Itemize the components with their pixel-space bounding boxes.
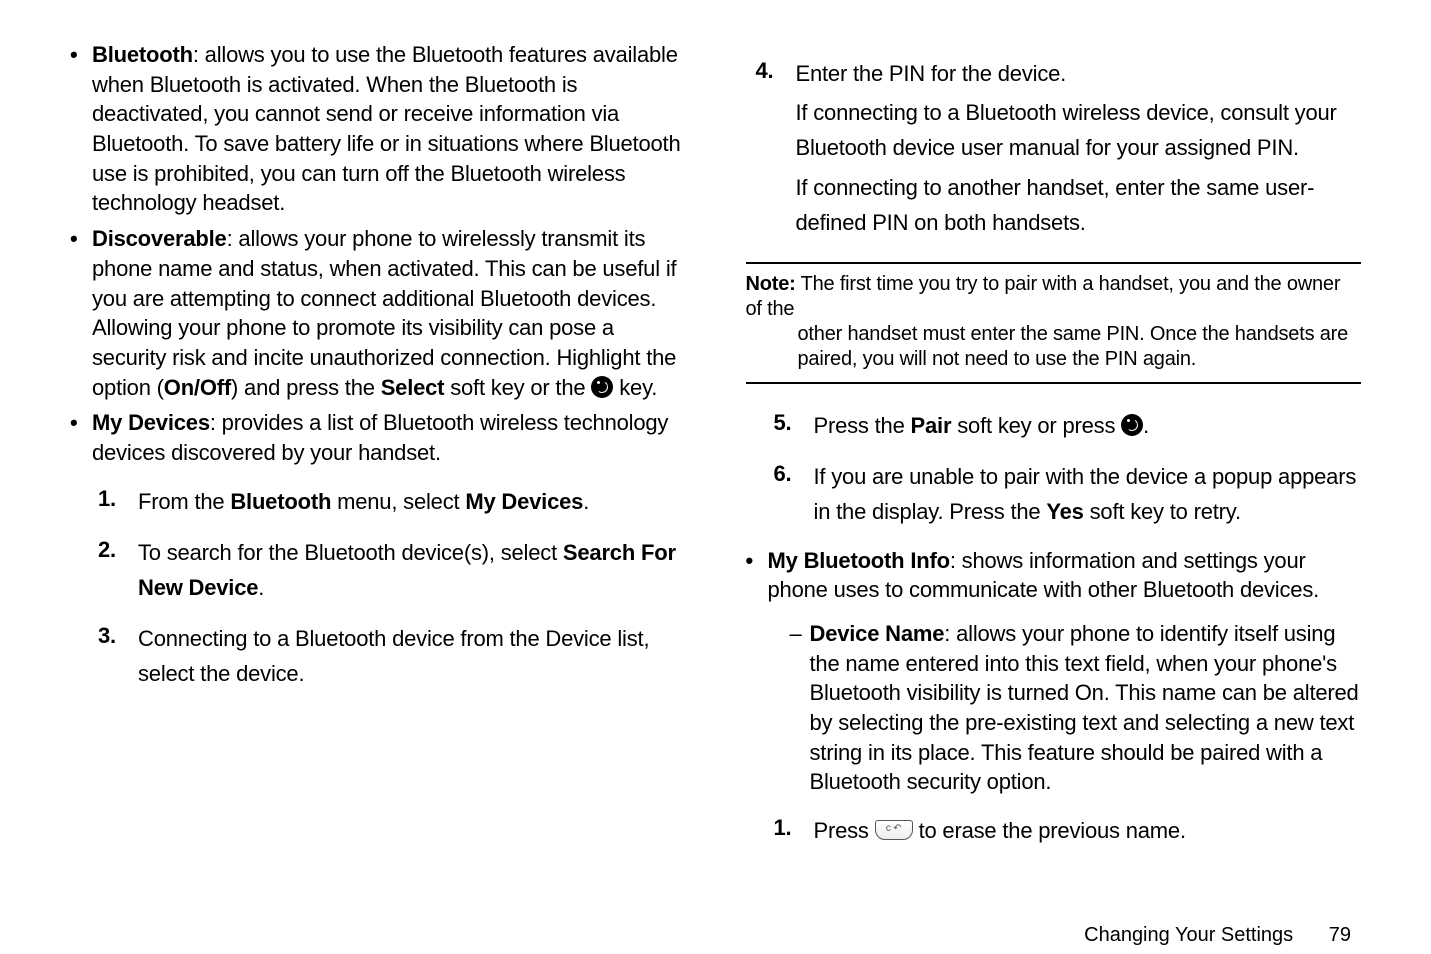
footer-section: Changing Your Settings	[1084, 924, 1293, 946]
step-text: menu, select	[331, 489, 465, 514]
step-number: 3.	[98, 621, 138, 691]
left-column: • Bluetooth: allows you to use the Bluet…	[70, 40, 686, 864]
bullet-text-c: soft key or the	[444, 375, 591, 400]
bullet-lead: Bluetooth	[92, 42, 193, 67]
step-1b: 1. Press c ↶ to erase the previous name.	[774, 813, 1362, 848]
clear-key-icon: c ↶	[875, 820, 913, 840]
step-2: 2. To search for the Bluetooth device(s)…	[98, 535, 686, 605]
step-text: Connecting to a Bluetooth device from th…	[138, 626, 649, 686]
page-footer: Changing Your Settings 79	[70, 924, 1361, 947]
step-3: 3. Connecting to a Bluetooth device from…	[98, 621, 686, 691]
step-text: Enter the PIN for the device.	[796, 56, 1362, 91]
bullet-lead: My Bluetooth Info	[768, 548, 950, 573]
step-text: Press	[814, 818, 875, 843]
ok-key-icon	[591, 376, 613, 398]
page-number: 79	[1329, 924, 1351, 946]
bullet-lead: Discoverable	[92, 226, 227, 251]
step-number: 2.	[98, 535, 138, 605]
step-text: Press the	[814, 413, 911, 438]
bullet-marker: •	[70, 408, 92, 467]
my-devices-label: My Devices	[465, 489, 583, 514]
bluetooth-label: Bluetooth	[230, 489, 331, 514]
step-number: 6.	[774, 459, 814, 529]
bullet-text-d: key.	[613, 375, 657, 400]
step-1: 1. From the Bluetooth menu, select My De…	[98, 484, 686, 519]
step-text: .	[258, 575, 264, 600]
bullet-text-b: ) and press the	[231, 375, 381, 400]
step-number: 4.	[756, 56, 796, 240]
sub-text: : allows your phone to identify itself u…	[810, 621, 1359, 794]
bullet-text: : allows you to use the Bluetooth featur…	[92, 42, 680, 215]
step-5: 5. Press the Pair soft key or press .	[774, 408, 1362, 443]
step-number: 1.	[98, 484, 138, 519]
right-column: 4. Enter the PIN for the device. If conn…	[746, 40, 1362, 864]
step-text: .	[583, 489, 589, 514]
bullet-discoverable: • Discoverable: allows your phone to wir…	[70, 224, 686, 402]
yes-label: Yes	[1046, 499, 1083, 524]
pair-label: Pair	[911, 413, 952, 438]
note-body: other handset must enter the same PIN. O…	[798, 322, 1362, 372]
note-box: Note: The first time you try to pair wit…	[746, 262, 1362, 384]
sub-bullet-device-name: – Device Name: allows your phone to iden…	[790, 619, 1362, 797]
bullet-marker: •	[70, 224, 92, 402]
bullet-marker: •	[746, 546, 768, 798]
ok-key-icon	[1121, 414, 1143, 436]
bullet-lead: My Devices	[92, 410, 210, 435]
step-number: 1.	[774, 813, 814, 848]
bullet-marker: •	[70, 40, 92, 218]
step-text: soft key or press	[951, 413, 1121, 438]
bullet-my-bluetooth-info: • My Bluetooth Info: shows information a…	[746, 546, 1362, 798]
step-6: 6. If you are unable to pair with the de…	[774, 459, 1362, 529]
note-lead: Note:	[746, 273, 796, 295]
step-number: 5.	[774, 408, 814, 443]
step-text: If connecting to a Bluetooth wireless de…	[796, 95, 1362, 165]
bullet-text-a: : allows your phone to wirelessly transm…	[92, 226, 676, 399]
step-4: 4. Enter the PIN for the device. If conn…	[756, 56, 1362, 240]
select-label: Select	[381, 375, 445, 400]
dash-marker: –	[790, 619, 810, 797]
bullet-bluetooth: • Bluetooth: allows you to use the Bluet…	[70, 40, 686, 218]
step-text: If connecting to another handset, enter …	[796, 170, 1362, 240]
step-text: .	[1143, 413, 1149, 438]
step-text: to erase the previous name.	[913, 818, 1186, 843]
note-body-inline: The first time you try to pair with a ha…	[746, 273, 1341, 320]
on-off-label: On/Off	[164, 375, 231, 400]
step-text: To search for the Bluetooth device(s), s…	[138, 540, 563, 565]
bullet-my-devices: • My Devices: provides a list of Bluetoo…	[70, 408, 686, 467]
sub-lead: Device Name	[810, 621, 945, 646]
step-text: soft key to retry.	[1084, 499, 1241, 524]
step-text: From the	[138, 489, 230, 514]
